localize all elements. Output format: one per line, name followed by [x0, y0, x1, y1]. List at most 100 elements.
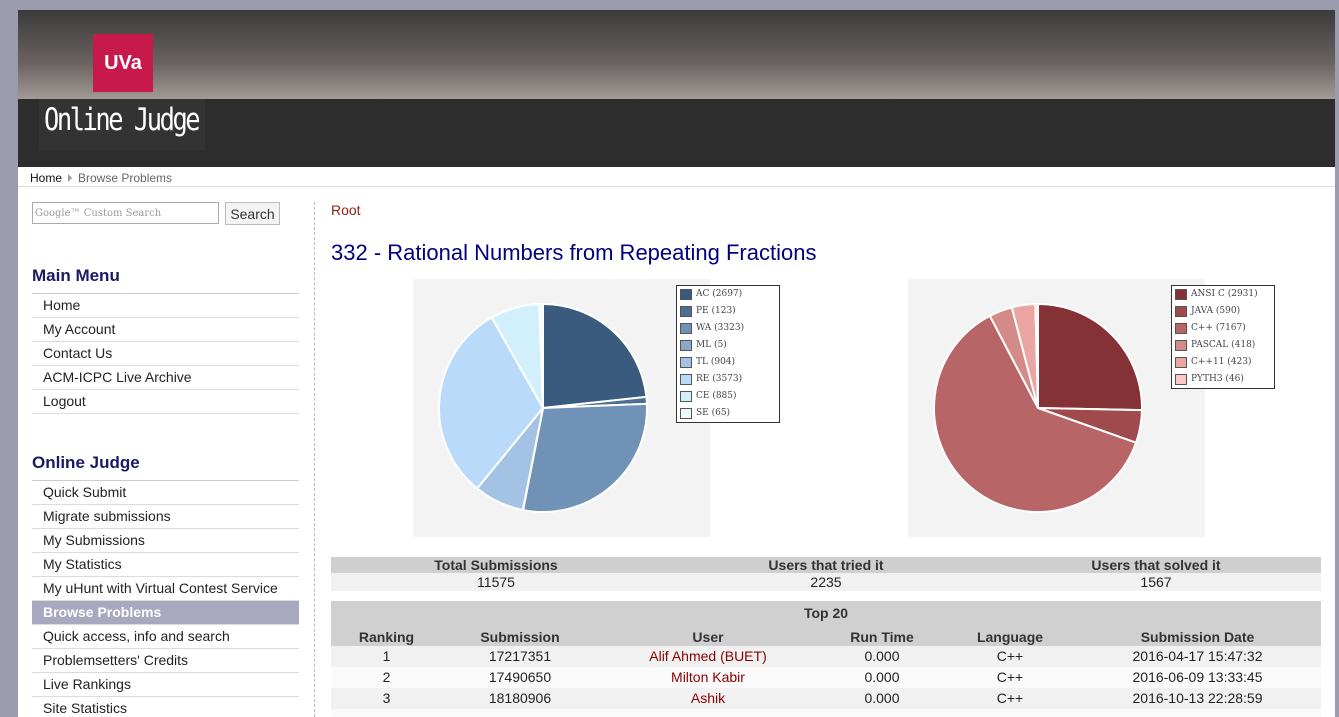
row-submission: 17217351	[488, 648, 552, 664]
legend-entry: PASCAL (418)	[1172, 337, 1274, 354]
header-bar	[18, 99, 1335, 167]
menu-item-contact-us[interactable]: Contact Us	[32, 342, 299, 366]
menu-item-my-submissions[interactable]: My Submissions	[32, 529, 299, 553]
menu-item-uhunt[interactable]: My uHunt with Virtual Contest Service	[32, 577, 299, 601]
legend-entry: PE (123)	[677, 303, 779, 320]
row-user: Alif Ahmed (BUET)	[598, 646, 818, 667]
legend-label: C++ (7167)	[1191, 323, 1246, 333]
legend-entry: C++ (7167)	[1172, 320, 1274, 337]
header-submission-date: Submission Date	[1140, 629, 1255, 645]
legend-swatch	[680, 306, 692, 317]
legend-swatch	[680, 357, 692, 368]
legend-entry: RE (3573)	[677, 371, 779, 388]
user-link[interactable]: Milton Kabir	[671, 669, 745, 685]
user-link[interactable]: Ashik	[691, 690, 725, 706]
row-date: 2016-06-09 13:33:45	[1132, 669, 1263, 685]
table-row: 2 17490650 Milton Kabir 0.000 C++ 2016-0…	[331, 667, 1321, 688]
header-run-time: Run Time	[850, 629, 914, 645]
stats-total-value: 11575	[477, 574, 515, 590]
legend-swatch	[1175, 374, 1187, 385]
main-menu: Home My Account Contact Us ACM-ICPC Live…	[32, 293, 299, 414]
legend-entry: C++11 (423)	[1172, 354, 1274, 371]
legend-label: ANSI C (2931)	[1191, 289, 1258, 299]
root-link[interactable]: Root	[331, 202, 361, 218]
legend-label: PASCAL (418)	[1191, 340, 1256, 350]
row-ranking: 3	[382, 690, 391, 706]
header-language: Language	[976, 629, 1044, 645]
table-row	[331, 709, 1321, 717]
legend-label: C++11 (423)	[1191, 357, 1252, 367]
menu-item-live-archive[interactable]: ACM-ICPC Live Archive	[32, 366, 299, 390]
pie-slice	[542, 302, 648, 410]
legend-entry: PYTH3 (46)	[1172, 371, 1274, 388]
legend-entry: WA (3323)	[677, 320, 779, 337]
legend-entry: ML (5)	[677, 337, 779, 354]
legend-swatch	[680, 289, 692, 300]
menu-item-home[interactable]: Home	[32, 294, 299, 318]
menu-item-browse-problems[interactable]: Browse Problems	[32, 601, 299, 625]
legend-swatch	[1175, 357, 1187, 368]
pie-slice	[1037, 302, 1143, 412]
site-name-logo[interactable]: Online Judge	[44, 102, 201, 138]
stats-header-total: Total Submissions	[434, 557, 558, 573]
header-submission: Submission	[480, 629, 560, 645]
menu-item-live-rankings[interactable]: Live Rankings	[32, 673, 299, 697]
main-menu-title: Main Menu	[32, 266, 120, 285]
legend-label: RE (3573)	[696, 374, 743, 384]
legend-swatch	[680, 323, 692, 334]
row-date: 2016-10-13 22:28:59	[1132, 690, 1263, 706]
language-pie-chart	[933, 302, 1144, 513]
legend-entry: SE (65)	[677, 405, 779, 422]
verdict-legend: AC (2697) PE (123) WA (3323) ML (5) TL (904)…	[676, 285, 780, 423]
stats-header-tried: Users that tried it	[768, 557, 884, 573]
user-link[interactable]: Alif Ahmed (BUET)	[649, 648, 766, 664]
row-ranking: 1	[382, 648, 391, 664]
menu-item-logout[interactable]: Logout	[32, 390, 299, 414]
row-submission: 17490650	[488, 669, 552, 685]
menu-item-site-statistics[interactable]: Site Statistics	[32, 697, 299, 717]
row-ranking: 2	[382, 669, 391, 685]
table-row: 3 18180906 Ashik 0.000 C++ 2016-10-13 22…	[331, 688, 1321, 709]
header-banner	[18, 10, 1335, 99]
language-chart-area	[908, 279, 1205, 537]
menu-item-problemsetters-credits[interactable]: Problemsetters' Credits	[32, 649, 299, 673]
breadcrumb-home[interactable]: Home	[30, 167, 62, 189]
legend-label: PYTH3 (46)	[1191, 374, 1244, 384]
legend-swatch	[680, 340, 692, 351]
row-run-time: 0.000	[864, 690, 900, 706]
menu-item-quick-submit[interactable]: Quick Submit	[32, 481, 299, 505]
menu-item-my-account[interactable]: My Account	[32, 318, 299, 342]
menu-item-quick-access[interactable]: Quick access, info and search	[32, 625, 299, 649]
breadcrumb-current: Browse Problems	[78, 171, 173, 185]
legend-label: WA (3323)	[696, 323, 745, 333]
sidebar-divider	[314, 202, 315, 717]
search-button[interactable]: Search	[225, 202, 280, 225]
legend-label: PE (123)	[696, 306, 736, 316]
page: UVa Online Judge Home Browse Problems Go…	[18, 10, 1335, 717]
uva-logo[interactable]: UVa	[93, 34, 153, 92]
legend-label: JAVA (590)	[1191, 306, 1241, 316]
top20-table: Top 20 Ranking Submission User Run Time …	[331, 601, 1321, 717]
legend-entry: ANSI C (2931)	[1172, 286, 1274, 303]
table-row: 1 17217351 Alif Ahmed (BUET) 0.000 C++ 2…	[331, 646, 1321, 667]
row-run-time: 0.000	[864, 669, 900, 685]
search-input[interactable]: Google™ Custom Search	[32, 202, 219, 224]
menu-item-my-statistics[interactable]: My Statistics	[32, 553, 299, 577]
legend-swatch	[680, 391, 692, 402]
header-user: User	[692, 629, 724, 645]
legend-label: ML (5)	[696, 340, 727, 350]
row-language: C++	[996, 690, 1024, 706]
legend-label: TL (904)	[696, 357, 736, 367]
row-submission: 18180906	[488, 690, 552, 706]
legend-entry: TL (904)	[677, 354, 779, 371]
row-run-time: 0.000	[864, 648, 900, 664]
online-judge-menu: Quick Submit Migrate submissions My Subm…	[32, 480, 299, 717]
row-language: C++	[996, 669, 1024, 685]
legend-swatch	[1175, 340, 1187, 351]
legend-swatch	[1175, 306, 1187, 317]
menu-item-migrate-submissions[interactable]: Migrate submissions	[32, 505, 299, 529]
problem-title: 332 - Rational Numbers from Repeating Fr…	[331, 240, 817, 265]
breadcrumb-arrow-icon	[68, 174, 72, 182]
legend-label: SE (65)	[696, 408, 731, 418]
top20-header-row: Ranking Submission User Run Time Languag…	[331, 625, 1321, 646]
